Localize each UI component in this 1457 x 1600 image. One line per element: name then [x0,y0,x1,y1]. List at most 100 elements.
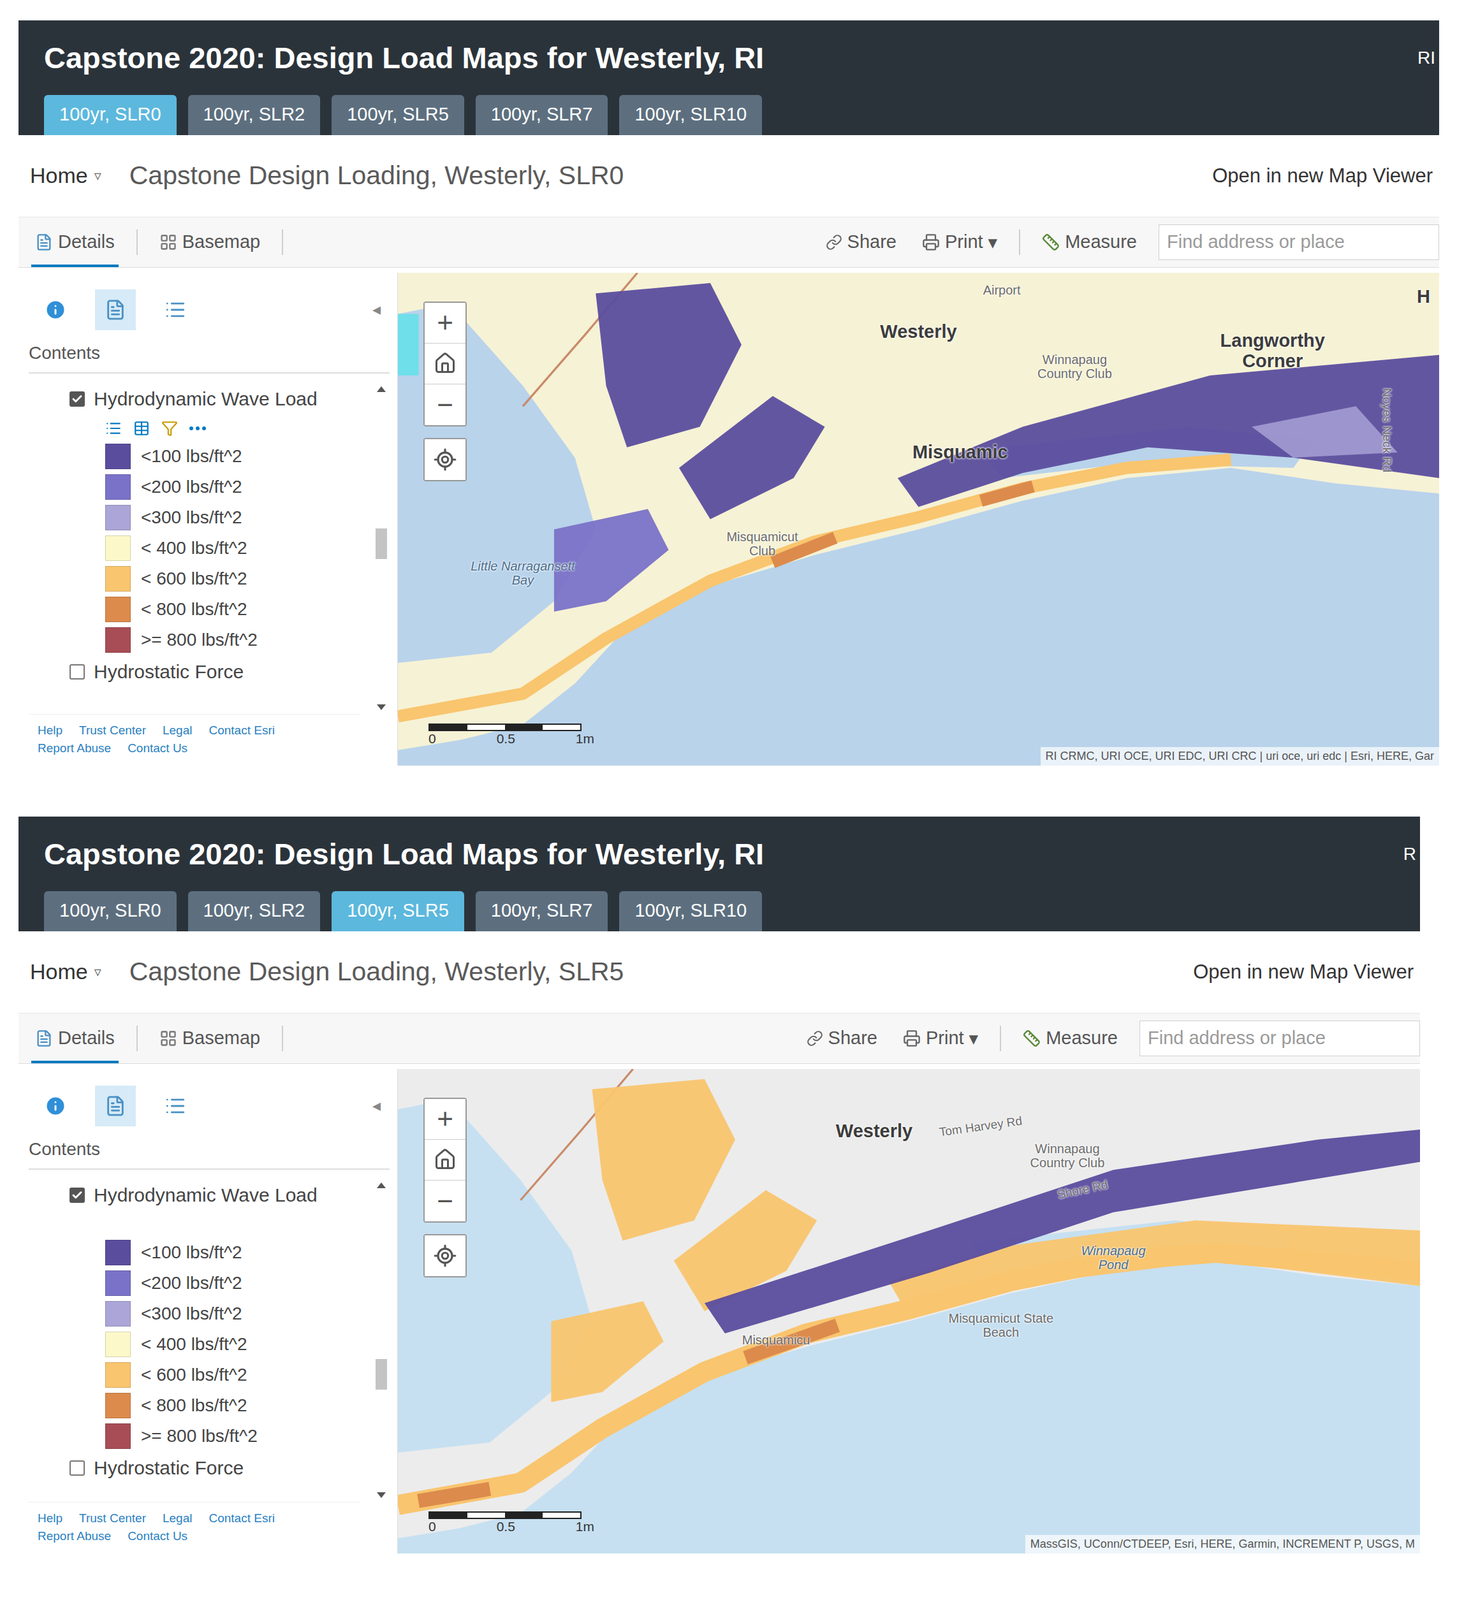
footer-link[interactable]: Contact Us [127,741,188,756]
layer-checkbox[interactable] [69,1460,85,1477]
layer-checkbox[interactable] [69,391,85,407]
print-button[interactable]: Print▾ [899,1013,982,1064]
share-button[interactable]: Share [802,1013,882,1064]
info-icon [43,1094,67,1118]
contents-icon [104,1095,127,1118]
footer-link[interactable]: Help [37,1511,63,1526]
details-button[interactable]: Details [31,1013,119,1064]
home-caret[interactable]: ▿ [94,167,102,185]
layer-row[interactable]: Hydrostatic Force [69,655,368,689]
map-tab[interactable]: 100yr, SLR10 [619,891,762,932]
zoom-out-button[interactable]: − [424,1180,466,1222]
layer-name: Hydrostatic Force [93,661,244,683]
contents-button[interactable] [95,1085,136,1127]
map[interactable]: WesterlyLangworthy CornerMisquamicWinnap… [397,272,1440,766]
map-tab[interactable]: 100yr, SLR2 [188,95,321,136]
footer-link[interactable]: Trust Center [79,723,147,738]
scale-label: 0 [428,731,437,747]
footer-link[interactable]: Contact Esri [208,723,275,738]
app-title: Capstone 2020: Design Load Maps for West… [43,39,764,78]
print-button[interactable]: Print▾ [918,217,1002,268]
legend-button[interactable] [154,289,196,331]
zoom-in-button[interactable]: + [424,1099,466,1141]
locate-group [423,1234,467,1278]
legend-swatch [105,1270,131,1297]
map-canvas[interactable] [397,1069,1421,1554]
legend-icon[interactable] [105,420,122,437]
map-tab[interactable]: 100yr, SLR0 [43,891,177,932]
map-controls: +− [423,301,467,482]
home-link[interactable]: Home [29,163,88,189]
map-tab[interactable]: 100yr, SLR5 [331,891,465,932]
more-icon[interactable] [189,426,206,431]
map-tab[interactable]: 100yr, SLR10 [619,95,762,136]
about-button[interactable] [35,289,76,331]
hazard-zone [704,1129,1421,1334]
zoom-group: +− [423,301,467,427]
home-link[interactable]: Home [29,959,88,985]
home-caret[interactable]: ▿ [94,964,102,981]
map-tab[interactable]: 100yr, SLR7 [475,891,609,932]
zoom-out-button[interactable]: − [424,384,466,426]
about-button[interactable] [35,1085,76,1127]
footer-link[interactable]: Contact Us [127,1529,188,1544]
collapse-button[interactable]: ◂ [372,299,381,320]
details-icon [35,233,53,252]
home-button[interactable] [424,1140,466,1181]
locate-button[interactable] [424,1235,466,1277]
measure-button[interactable]: Measure [1018,1013,1122,1064]
collapse-button[interactable]: ◂ [372,1096,381,1116]
table-icon[interactable] [133,420,150,437]
footer-link[interactable]: Help [37,723,63,738]
header-corner: R [1403,844,1417,865]
check-icon [71,393,83,405]
scroll-thumb[interactable] [375,1359,388,1391]
footer-link[interactable]: Contact Esri [208,1511,275,1526]
map[interactable]: WesterlyTom Harvey RdWinnapaug Country C… [397,1069,1421,1554]
layer-row[interactable]: Hydrodynamic Wave Load [69,382,368,416]
open-viewer-link[interactable]: Open in new Map Viewer [1193,960,1414,984]
locate-group [423,438,467,482]
map-tab[interactable]: 100yr, SLR0 [43,95,177,136]
hazard-zone [772,486,1033,563]
footer-link[interactable]: Trust Center [79,1511,147,1526]
layer-row[interactable]: Hydrostatic Force [69,1451,368,1486]
zoom-in-button[interactable]: + [424,302,466,344]
print-icon [902,1029,921,1048]
footer-link[interactable]: Legal [162,1511,193,1526]
map-tab[interactable]: 100yr, SLR5 [331,95,465,136]
scale-bar: 00.51m [428,723,582,747]
measure-button[interactable]: Measure [1038,217,1141,268]
search-input[interactable] [1158,224,1440,261]
legend-swatch [105,505,131,531]
scale-label: 1m [575,1519,595,1535]
layer-checkbox[interactable] [69,1187,85,1204]
locate-button[interactable] [424,439,466,481]
layer-row[interactable]: Hydrodynamic Wave Load [69,1178,368,1213]
contents-button[interactable] [95,289,136,331]
search-input[interactable] [1139,1020,1421,1057]
details-button[interactable]: Details [31,217,119,268]
basemap-button[interactable]: Basemap [155,1013,265,1064]
scrollbar[interactable] [373,382,390,715]
home-button[interactable] [424,343,466,385]
layer-checkbox[interactable] [69,664,85,680]
breadcrumb: Home▿Capstone Design Loading, Westerly, … [18,135,1440,217]
zoom-group: +− [423,1098,467,1223]
map-tab[interactable]: 100yr, SLR2 [188,891,321,932]
map-tab[interactable]: 100yr, SLR7 [475,95,609,136]
open-viewer-link[interactable]: Open in new Map Viewer [1212,164,1433,188]
legend-item: <100 lbs/ft^2 [69,1237,368,1269]
legend-item: <100 lbs/ft^2 [69,441,368,472]
filter-icon[interactable] [161,420,178,437]
legend-button[interactable] [154,1085,196,1127]
scrollbar[interactable] [373,1178,390,1503]
attribution: MassGIS, UConn/CTDEEP, Esri, HERE, Garmi… [1025,1535,1421,1554]
footer-link[interactable]: Report Abuse [37,1529,111,1544]
basemap-button[interactable]: Basemap [155,217,265,268]
footer-link[interactable]: Legal [162,723,193,738]
footer-link[interactable]: Report Abuse [37,741,111,756]
legend-swatch [105,474,131,500]
share-button[interactable]: Share [821,217,901,268]
scroll-thumb[interactable] [375,528,388,560]
